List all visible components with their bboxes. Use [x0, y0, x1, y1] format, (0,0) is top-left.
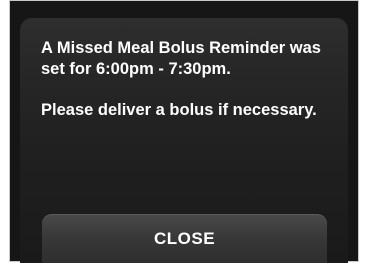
dialog-message: A Missed Meal Bolus Reminder was set for… — [41, 38, 331, 121]
instruction-text: Please deliver a bolus if necessary. — [41, 101, 317, 119]
close-button[interactable]: CLOSE — [42, 214, 327, 263]
device-screen: A Missed Meal Bolus Reminder was set for… — [9, 0, 359, 263]
reminder-text: A Missed Meal Bolus Reminder was set for… — [41, 39, 321, 78]
reminder-dialog: A Missed Meal Bolus Reminder was set for… — [20, 18, 348, 263]
